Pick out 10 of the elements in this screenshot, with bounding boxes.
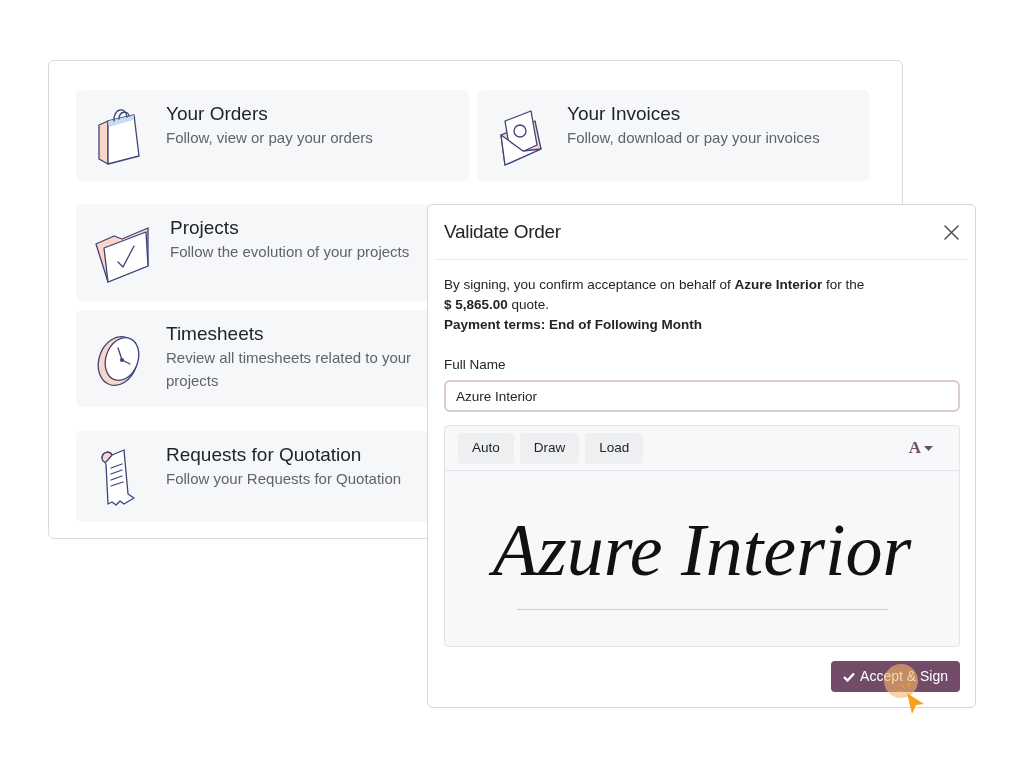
tile-description: Follow, view or pay your orders	[166, 128, 373, 148]
tile-title: Requests for Quotation	[166, 443, 363, 467]
tile-title: Projects	[170, 216, 240, 240]
tile-title: Your Invoices	[567, 102, 682, 126]
tile-title: Your Orders	[166, 102, 269, 126]
tile-description: Review all timesheets related to your projects	[166, 348, 413, 391]
tile-title: Timesheets	[166, 322, 265, 346]
tile-description: Follow your Requests for Quotation	[166, 469, 402, 489]
tile-description: Follow the evolution of your projects	[170, 242, 410, 262]
tile-description: Follow, download or pay your invoices	[567, 128, 820, 148]
